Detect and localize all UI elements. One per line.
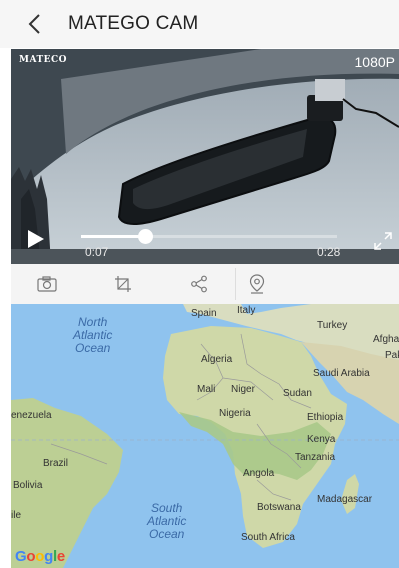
ocean-label-south-atlantic: South Atlantic Ocean bbox=[147, 501, 187, 541]
map-label: Botswana bbox=[257, 502, 301, 513]
map-label: Ethiopia bbox=[307, 412, 344, 423]
location-button[interactable] bbox=[233, 264, 281, 304]
camera-icon bbox=[37, 276, 57, 292]
current-time: 0:07 bbox=[85, 245, 109, 259]
total-time: 0:28 bbox=[317, 245, 341, 259]
crop-icon bbox=[115, 276, 131, 292]
map-label: Brazil bbox=[43, 458, 69, 469]
resolution-badge: 1080P bbox=[354, 54, 395, 70]
seek-bar[interactable] bbox=[81, 229, 337, 244]
page-title: MATEGO CAM bbox=[68, 13, 199, 34]
map-label: Saudi Arabia bbox=[313, 368, 370, 379]
action-toolbar bbox=[11, 264, 399, 304]
map-label: Kenya bbox=[307, 434, 336, 445]
play-icon[interactable] bbox=[27, 229, 45, 249]
map-label: Mali bbox=[197, 384, 216, 395]
map-label: Bolivia bbox=[13, 480, 43, 491]
share-button[interactable] bbox=[175, 264, 223, 304]
map-label: Tanzania bbox=[295, 452, 336, 463]
map-land bbox=[11, 304, 399, 568]
map-label: South Africa bbox=[241, 532, 295, 543]
map-label: Nigeria bbox=[219, 408, 251, 419]
fullscreen-icon[interactable] bbox=[373, 231, 393, 251]
map-label: Sudan bbox=[283, 388, 312, 399]
google-logo: Google bbox=[15, 548, 65, 565]
ocean-label-north-atlantic: North Atlantic Ocean bbox=[73, 315, 113, 355]
location-pin-icon bbox=[249, 274, 265, 294]
video-frame bbox=[11, 49, 399, 264]
map-label: enezuela bbox=[11, 410, 52, 421]
map-label: Pak bbox=[385, 350, 399, 361]
map-label: Angola bbox=[243, 468, 275, 479]
map-label: Spain bbox=[191, 308, 217, 319]
seek-bar-progress bbox=[81, 235, 145, 238]
map-label: Algeria bbox=[201, 354, 233, 365]
app-header: MATEGO CAM bbox=[0, 0, 399, 48]
snapshot-button[interactable] bbox=[23, 264, 71, 304]
video-player[interactable]: MATECO 1080P 0:07 0:28 bbox=[11, 49, 399, 264]
share-icon bbox=[191, 275, 207, 293]
camera-logo: MATECO bbox=[19, 55, 68, 65]
map-label: Afgha bbox=[373, 334, 399, 345]
map-view[interactable]: North Atlantic Ocean South Atlantic Ocea… bbox=[11, 304, 399, 568]
map-label: Turkey bbox=[317, 320, 348, 331]
back-arrow-icon[interactable] bbox=[26, 13, 46, 35]
map-label: Madagascar bbox=[317, 494, 373, 505]
map-label: ile bbox=[11, 510, 22, 521]
map-label: Niger bbox=[231, 384, 255, 395]
map-label: Italy bbox=[237, 305, 256, 316]
crop-button[interactable] bbox=[99, 264, 147, 304]
seek-bar-handle[interactable] bbox=[138, 229, 153, 244]
